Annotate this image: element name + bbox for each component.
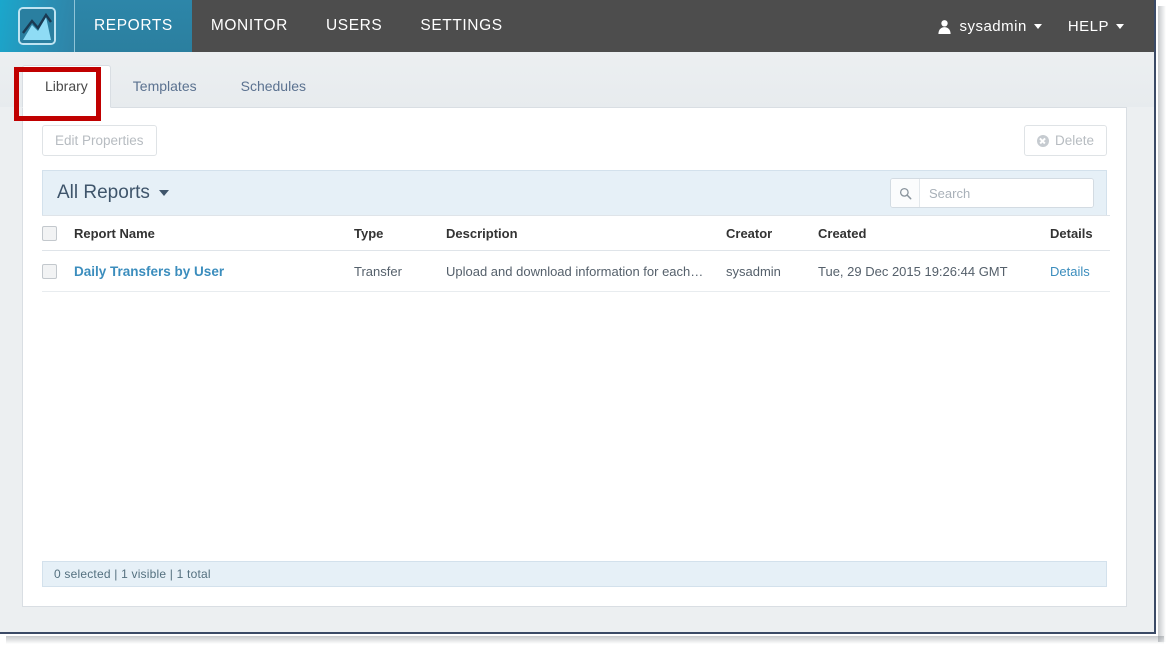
search-input[interactable] xyxy=(920,179,1093,207)
details-link[interactable]: Details xyxy=(1050,264,1090,279)
table-header-row: Report Name Type Description Creator Cre… xyxy=(42,214,1110,252)
help-menu[interactable]: HELP xyxy=(1055,18,1137,35)
tab-library-label: Library xyxy=(45,78,88,94)
select-all-header xyxy=(42,214,74,252)
app-logo[interactable] xyxy=(0,0,75,52)
column-header-report-name[interactable]: Report Name xyxy=(74,214,354,252)
cell-creator: sysadmin xyxy=(726,250,818,293)
reports-table: Report Name Type Description Creator Cre… xyxy=(42,214,1110,293)
user-menu[interactable]: sysadmin xyxy=(924,18,1054,35)
nav-item-monitor[interactable]: MONITOR xyxy=(192,0,307,52)
all-reports-dropdown[interactable]: All Reports xyxy=(43,182,169,204)
status-bar: 0 selected | 1 visible | 1 total xyxy=(42,561,1107,587)
top-navigation-bar: REPORTS MONITOR USERS SETTINGS sysadmin xyxy=(0,0,1154,52)
edit-properties-label: Edit Properties xyxy=(55,133,144,148)
nav-item-monitor-label: MONITOR xyxy=(210,17,288,34)
chart-logo-icon xyxy=(18,7,56,45)
nav-item-reports[interactable]: REPORTS xyxy=(75,0,192,52)
nav-item-settings-label: SETTINGS xyxy=(420,17,503,34)
search-icon xyxy=(891,179,920,207)
nav-item-reports-label: REPORTS xyxy=(94,17,173,34)
cell-report-name: Daily Transfers by User xyxy=(74,250,354,293)
user-menu-label: sysadmin xyxy=(959,17,1027,35)
tab-schedules[interactable]: Schedules xyxy=(219,78,328,107)
nav-right-group: sysadmin HELP xyxy=(924,0,1154,52)
all-reports-dropdown-label: All Reports xyxy=(57,182,150,203)
cell-details: Details xyxy=(1050,250,1110,293)
delete-button[interactable]: Delete xyxy=(1023,125,1107,156)
nav-item-users-label: USERS xyxy=(325,17,383,34)
tab-schedules-label: Schedules xyxy=(240,78,306,94)
cell-created: Tue, 29 Dec 2015 19:26:44 GMT xyxy=(818,250,1050,293)
library-panel: Edit Properties Delete All Reports Searc… xyxy=(22,107,1127,607)
row-checkbox[interactable] xyxy=(42,264,57,280)
search-glyph xyxy=(899,187,911,199)
column-header-details: Details xyxy=(1050,214,1110,252)
window-shadow-bottom xyxy=(6,636,1164,644)
column-header-type[interactable]: Type xyxy=(354,214,446,252)
main-nav-items: REPORTS MONITOR USERS SETTINGS xyxy=(75,0,522,52)
row-select-cell xyxy=(42,250,74,293)
column-header-creator[interactable]: Creator xyxy=(726,214,818,252)
column-header-created[interactable]: Created xyxy=(818,214,1050,252)
select-all-checkbox[interactable] xyxy=(42,226,57,242)
panel-toolbar: Edit Properties Delete xyxy=(23,108,1126,170)
tab-library[interactable]: Library xyxy=(22,65,111,108)
report-name-link[interactable]: Daily Transfers by User xyxy=(74,264,224,279)
filter-bar: All Reports xyxy=(42,170,1107,215)
table-row: Daily Transfers by User Transfer Upload … xyxy=(42,250,1110,293)
delete-label: Delete xyxy=(1054,133,1094,148)
edit-properties-button[interactable]: Edit Properties xyxy=(42,125,157,156)
cell-description: Upload and download information for each… xyxy=(446,250,726,293)
tab-templates[interactable]: Templates xyxy=(111,78,219,107)
nav-item-settings[interactable]: SETTINGS xyxy=(401,0,521,52)
tab-templates-label: Templates xyxy=(132,78,197,94)
browser-window: REPORTS MONITOR USERS SETTINGS sysadmin xyxy=(0,0,1156,634)
chevron-down-icon xyxy=(1116,23,1124,29)
status-bar-text: 0 selected | 1 visible | 1 total xyxy=(54,567,211,581)
user-icon xyxy=(938,19,952,34)
sub-tab-bar: Library Templates Schedules xyxy=(0,52,1154,108)
search-box[interactable] xyxy=(890,178,1094,208)
caret-down-icon xyxy=(158,190,169,196)
help-menu-label: HELP xyxy=(1067,17,1109,35)
chevron-down-icon xyxy=(1033,23,1042,29)
window-shadow-right xyxy=(1158,6,1166,642)
column-header-description[interactable]: Description xyxy=(446,214,726,252)
circle-x-icon xyxy=(1036,134,1049,147)
cell-type: Transfer xyxy=(354,250,446,293)
nav-item-users[interactable]: USERS xyxy=(307,0,401,52)
sub-tabs: Library Templates Schedules xyxy=(22,52,328,108)
